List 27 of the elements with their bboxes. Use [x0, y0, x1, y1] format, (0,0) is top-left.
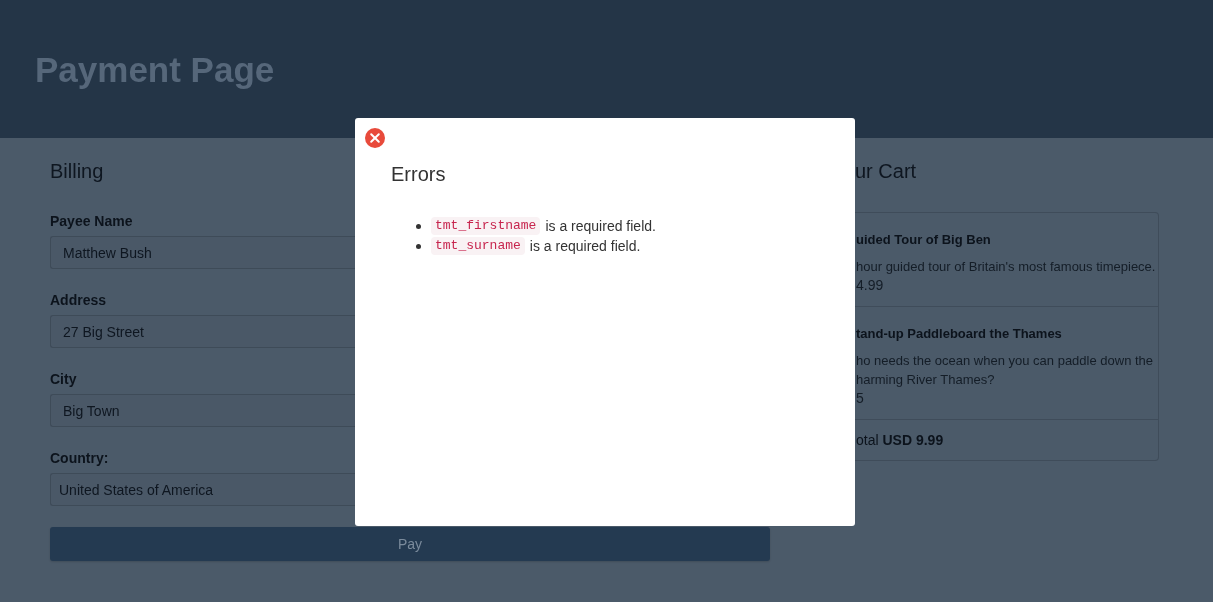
item-title: tand-up Paddleboard the Thames: [856, 325, 1062, 343]
pay-button[interactable]: Pay: [50, 527, 770, 561]
field-code: tmt_firstname: [431, 217, 541, 235]
section-heading: Billing: [50, 159, 104, 183]
text-field[interactable]: 27 Big Street: [50, 315, 355, 348]
field-label: Address: [50, 291, 107, 310]
field-code: tmt_surname: [431, 237, 525, 255]
close-icon[interactable]: [365, 128, 385, 148]
field-label: Payee Name: [50, 212, 133, 231]
text-field[interactable]: Matthew Bush: [50, 236, 355, 269]
item-description: ho needs the ocean when you can paddle down the: [856, 352, 1154, 370]
item-description: harming River Thames?: [856, 371, 995, 389]
bullet-icon: [416, 223, 421, 229]
section-heading: ur Cart: [855, 159, 917, 183]
item-price: 5: [856, 389, 864, 408]
field-label: City: [50, 370, 77, 389]
bullet-icon: [416, 243, 421, 249]
item-price: 4.99: [856, 276, 884, 295]
dialog-title: Errors: [391, 162, 446, 186]
error-message: is a required field.: [545, 217, 656, 236]
item-title: uided Tour of Big Ben: [856, 231, 991, 249]
text-field[interactable]: Big Town: [50, 394, 355, 427]
select-field[interactable]: United States of America: [50, 473, 355, 506]
field-label: Country:: [50, 449, 109, 468]
cart-total: otal USD 9.99: [856, 431, 944, 450]
item-description: hour guided tour of Britain's most famous timepiece.: [856, 258, 1156, 276]
error-message: is a required field.: [529, 237, 641, 256]
